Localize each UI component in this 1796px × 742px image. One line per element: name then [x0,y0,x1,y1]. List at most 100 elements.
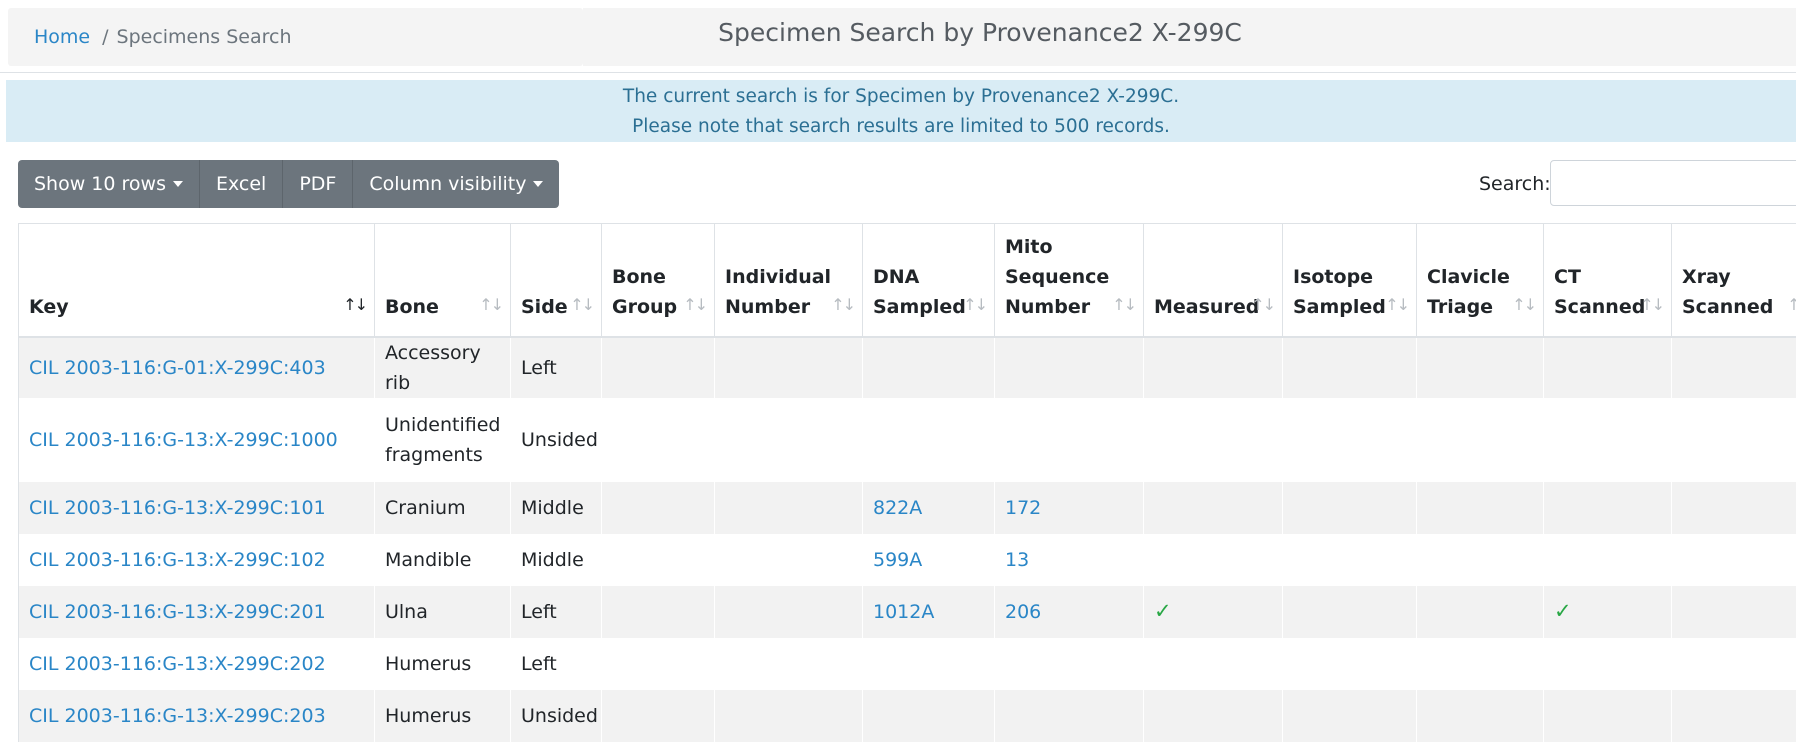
column-header-label: Sequence [1005,266,1109,288]
sort-icon[interactable]: ↑↓ [343,290,366,320]
top-bar: Home / Specimens Search Specimen Search … [0,0,1796,73]
column-header-ct-scanned[interactable]: CTScanned↑↓ [1544,224,1672,337]
cell-measured [1144,482,1283,534]
cell-isotope [1283,638,1417,690]
cell-xray [1672,638,1796,690]
cell-dna-sampled: 599A [863,534,995,586]
cell-ct-scanned [1544,690,1672,742]
breadcrumb-home-link[interactable]: Home [34,26,90,48]
column-visibility-label: Column visibility [369,173,526,195]
key-link[interactable]: CIL 2003-116:G-13:X-299C:202 [29,653,326,675]
cell-bone-group [602,482,715,534]
column-header-individual-number[interactable]: IndividualNumber↑↓ [715,224,863,337]
column-header-label: Bone [612,266,666,288]
cell-clavicle [1417,586,1544,638]
column-header-label: DNA [873,266,919,288]
column-header-isotope-sampled[interactable]: IsotopeSampled↑↓ [1283,224,1417,337]
cell-dna-sampled [863,638,995,690]
cell-measured [1144,638,1283,690]
cell-dna-sampled: 822A [863,482,995,534]
checkmark-icon: ✓ [1554,599,1572,623]
column-header-clavicle-triage[interactable]: ClavicleTriage↑↓ [1417,224,1544,337]
cell-text: Ulna [385,601,428,623]
key-link[interactable]: CIL 2003-116:G-01:X-299C:403 [29,357,326,379]
column-header-bone[interactable]: Bone↑↓ [375,224,511,337]
sort-icon[interactable]: ↑↓ [1787,290,1796,320]
column-header-label: Measured [1154,296,1259,318]
column-header-side[interactable]: Side↑↓ [511,224,602,337]
mito-sequence-link[interactable]: 206 [1005,601,1041,623]
key-link[interactable]: CIL 2003-116:G-13:X-299C:201 [29,601,326,623]
column-header-xray-scanned[interactable]: XrayScanned↑↓ [1672,224,1796,337]
column-header-mito-sequence-number[interactable]: MitoSequenceNumber↑↓ [995,224,1144,337]
cell-bone-group [602,690,715,742]
cell-individual-number [715,337,863,398]
page-title: Specimen Search by Provenance2 X-299C [650,18,1310,47]
sort-icon[interactable]: ↑↓ [831,290,854,320]
cell-mito-sequence [995,690,1144,742]
sort-icon[interactable]: ↑↓ [1251,290,1274,320]
cell-measured [1144,534,1283,586]
pdf-export-button[interactable]: PDF [282,160,352,208]
cell-individual-number [715,638,863,690]
cell-text: Middle [521,549,584,571]
column-header-label: Sampled [873,296,966,318]
search-info-alert: The current search is for Specimen by Pr… [6,80,1796,142]
cell-xray [1672,690,1796,742]
caret-down-icon [173,181,183,187]
cell-measured [1144,337,1283,398]
cell-dna-sampled [863,337,995,398]
cell-text: Accessory rib [385,342,481,394]
key-link[interactable]: CIL 2003-116:G-13:X-299C:102 [29,549,326,571]
excel-export-button[interactable]: Excel [199,160,282,208]
column-header-dna-sampled[interactable]: DNA Sampled↑↓ [863,224,995,337]
column-visibility-button[interactable]: Column visibility [352,160,559,208]
column-header-bone-group[interactable]: BoneGroup↑↓ [602,224,715,337]
sort-icon[interactable]: ↑↓ [683,290,706,320]
sort-icon[interactable]: ↑↓ [1512,290,1535,320]
cell-individual-number [715,482,863,534]
cell-key: CIL 2003-116:G-13:X-299C:201 [19,586,375,638]
cell-xray [1672,398,1796,482]
sort-icon[interactable]: ↑↓ [1385,290,1408,320]
breadcrumb: Home / Specimens Search [8,8,583,66]
sort-icon[interactable]: ↑↓ [1640,290,1663,320]
table-header-row: Key↑↓Bone↑↓Side↑↓BoneGroup↑↓IndividualNu… [19,224,1796,337]
cell-key: CIL 2003-116:G-13:X-299C:101 [19,482,375,534]
table-row: CIL 2003-116:G-13:X-299C:202HumerusLeft [19,638,1796,690]
key-link[interactable]: CIL 2003-116:G-13:X-299C:1000 [29,429,338,451]
cell-xray [1672,482,1796,534]
cell-measured [1144,690,1283,742]
table-row: CIL 2003-116:G-13:X-299C:1000Unidentifie… [19,398,1796,482]
cell-bone: Ulna [375,586,511,638]
column-header-label: Scanned [1682,296,1773,318]
show-rows-button[interactable]: Show 10 rows [18,160,199,208]
cell-text: fragments [385,444,483,466]
cell-isotope [1283,337,1417,398]
dna-sampled-link[interactable]: 599A [873,549,922,571]
cell-mito-sequence [995,398,1144,482]
sort-icon[interactable]: ↑↓ [570,290,593,320]
mito-sequence-link[interactable]: 172 [1005,497,1041,519]
cell-clavicle [1417,398,1544,482]
column-header-label: Individual [725,266,831,288]
sort-icon[interactable]: ↑↓ [479,290,502,320]
search-input[interactable] [1550,160,1796,206]
column-header-measured[interactable]: Measured↑↓ [1144,224,1283,337]
sort-icon[interactable]: ↑↓ [1112,290,1135,320]
cell-xray [1672,534,1796,586]
mito-sequence-link[interactable]: 13 [1005,549,1029,571]
dna-sampled-link[interactable]: 1012A [873,601,934,623]
cell-key: CIL 2003-116:G-01:X-299C:403 [19,337,375,398]
dna-sampled-link[interactable]: 822A [873,497,922,519]
column-header-key[interactable]: Key↑↓ [19,224,375,337]
key-link[interactable]: CIL 2003-116:G-13:X-299C:101 [29,497,326,519]
column-header-label: Side [521,296,568,318]
cell-clavicle [1417,337,1544,398]
cell-ct-scanned [1544,534,1672,586]
cell-text: Left [521,357,557,379]
sort-icon[interactable]: ↑↓ [963,290,986,320]
cell-bone: Humerus [375,690,511,742]
key-link[interactable]: CIL 2003-116:G-13:X-299C:203 [29,705,326,727]
column-header-label: Sampled [1293,296,1386,318]
